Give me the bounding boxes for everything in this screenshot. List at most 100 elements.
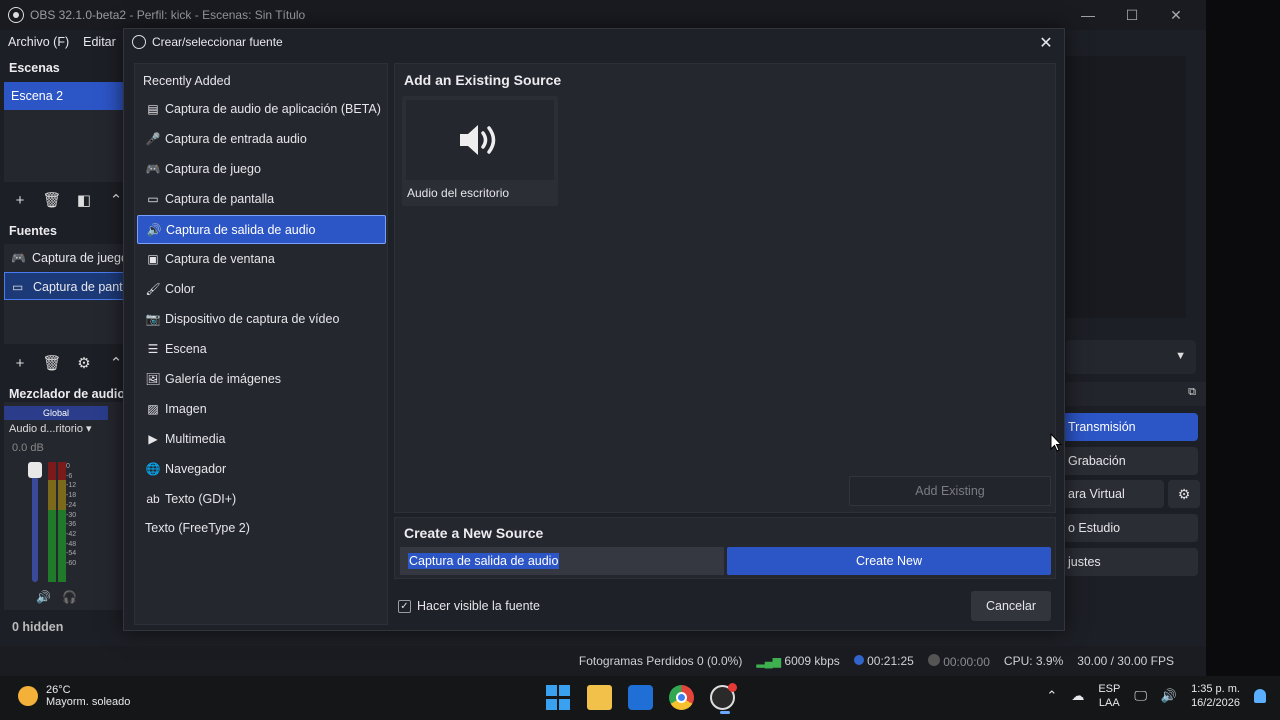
type-label: Color bbox=[165, 282, 195, 296]
dock-icon[interactable]: ⧉ bbox=[1188, 386, 1196, 399]
monitor-icon: ▭ bbox=[12, 280, 24, 294]
mail-icon[interactable] bbox=[628, 685, 653, 710]
scale-tick: -12 bbox=[66, 482, 77, 490]
chevron-down-icon: ▼ bbox=[1175, 350, 1186, 362]
scene-item[interactable]: Escena 2 bbox=[4, 82, 124, 110]
remove-source-button[interactable]: 🗑 bbox=[36, 353, 68, 373]
chrome-icon[interactable] bbox=[669, 685, 694, 710]
system-tray: ⌃ ☁ ESP LAA 🖵 🔊 1:35 p. m. 16/2/2026 bbox=[1046, 682, 1266, 710]
scene-list: Escena 2 bbox=[4, 82, 124, 182]
chevron-up-icon[interactable]: ⌃ bbox=[1046, 688, 1057, 704]
volume-db: 0.0 dB bbox=[12, 442, 44, 454]
weather-widget[interactable]: 26°C Mayorm. soleado bbox=[18, 684, 130, 708]
scene-toolbar: + 🗑 ◧ ⌃ bbox=[4, 190, 132, 210]
mute-speaker-icon[interactable]: 🔊 bbox=[36, 590, 51, 604]
cloud-icon[interactable]: ☁ bbox=[1071, 688, 1084, 704]
controls-header: ⧉ bbox=[1066, 382, 1206, 406]
source-item-game[interactable]: 🎮 Captura de juego bbox=[4, 244, 124, 272]
speaker-icon bbox=[460, 125, 496, 155]
type-item-video-device[interactable]: 📷 Dispositivo de captura de vídeo bbox=[137, 305, 386, 334]
type-item-slideshow[interactable]: 🖼 Galería de imágenes bbox=[137, 365, 386, 394]
obs-logo-icon bbox=[132, 35, 146, 49]
stream-indicator-icon bbox=[853, 655, 864, 665]
scene-filter-button[interactable]: ◧ bbox=[68, 190, 100, 210]
type-label: Captura de juego bbox=[165, 162, 261, 176]
cancel-button[interactable]: Cancelar bbox=[971, 591, 1051, 621]
text-icon: ab bbox=[146, 492, 160, 506]
scenes-title: Escenas bbox=[9, 61, 60, 75]
close-window-button[interactable]: ✕ bbox=[1154, 0, 1198, 30]
obs-taskbar-icon[interactable] bbox=[710, 683, 737, 714]
type-item-media[interactable]: ▶ Multimedia bbox=[137, 425, 386, 454]
maximize-button[interactable]: ☐ bbox=[1110, 0, 1154, 30]
create-new-button[interactable]: Create New bbox=[727, 547, 1051, 575]
meter-scale: 0 -6 -12 -18 -24 -30 -36 -42 -48 -54 -60 bbox=[66, 462, 76, 569]
source-item-screen[interactable]: ▭ Captura de pantalla bbox=[4, 272, 124, 300]
source-settings-button[interactable]: ⚙ bbox=[68, 353, 100, 373]
virtual-camera-settings-gear-icon[interactable]: ⚙ bbox=[1168, 480, 1200, 508]
type-label: Captura de pantalla bbox=[165, 192, 275, 206]
type-item-display-capture[interactable]: ▭ Captura de pantalla bbox=[137, 185, 386, 214]
microphone-icon: 🎤 bbox=[145, 132, 161, 146]
start-button-windows-icon[interactable] bbox=[546, 685, 571, 710]
network-icon[interactable]: 🖵 bbox=[1134, 688, 1147, 704]
volume-slider-handle[interactable] bbox=[28, 462, 42, 478]
weather-temp: 26°C bbox=[46, 684, 71, 696]
hidden-count: 0 hidden bbox=[12, 620, 64, 634]
volume-slider[interactable] bbox=[32, 462, 38, 582]
global-label: Global bbox=[4, 406, 108, 420]
remove-scene-button[interactable]: 🗑 bbox=[36, 190, 68, 210]
rec-time: 00:00:00 bbox=[927, 653, 990, 669]
source-label: Captura de juego bbox=[32, 251, 124, 265]
play-icon: ▶ bbox=[148, 432, 158, 446]
type-item-scene[interactable]: ☰ Escena bbox=[137, 335, 386, 364]
add-scene-button[interactable]: + bbox=[4, 190, 36, 210]
notification-bell-icon[interactable] bbox=[1254, 689, 1266, 703]
language-indicator[interactable]: ESP LAA bbox=[1098, 682, 1120, 710]
start-recording-button[interactable]: Grabación bbox=[1062, 447, 1198, 475]
make-visible-row[interactable]: ✓ Hacer visible la fuente bbox=[398, 599, 540, 613]
type-item-audio-output[interactable]: 🔊 Captura de salida de audio bbox=[137, 215, 386, 244]
menu-archivo[interactable]: Archivo (F) bbox=[8, 35, 69, 49]
start-streaming-button[interactable]: Transmisión bbox=[1062, 413, 1198, 441]
signal-bars-icon: ▂▄▆ bbox=[756, 656, 782, 668]
existing-source-tile[interactable]: Audio del escritorio bbox=[402, 96, 558, 206]
transition-select[interactable]: ▼ bbox=[1066, 340, 1196, 374]
active-indicator bbox=[720, 711, 730, 714]
dialog-close-button[interactable]: ✕ bbox=[1034, 31, 1058, 55]
type-item-app-audio[interactable]: ▤ Captura de audio de aplicación (BETA) bbox=[137, 95, 386, 124]
create-new-panel: Create a New Source Captura de salida de… bbox=[394, 517, 1056, 579]
menu-editar[interactable]: Editar bbox=[83, 35, 116, 49]
type-item-window-capture[interactable]: ▣ Captura de ventana bbox=[137, 245, 386, 274]
type-label: Escena bbox=[165, 342, 207, 356]
virtual-camera-button[interactable]: ara Virtual bbox=[1062, 480, 1164, 508]
scale-tick: -18 bbox=[66, 492, 77, 500]
clock[interactable]: 1:35 p. m. 16/2/2026 bbox=[1191, 682, 1240, 710]
volume-icon[interactable]: 🔊 bbox=[1161, 688, 1177, 704]
mixer-channel-name[interactable]: Audio d...ritorio ▾ bbox=[9, 422, 92, 435]
image-icon: ▨ bbox=[147, 402, 159, 416]
type-item-text-gdi[interactable]: ab Texto (GDI+) bbox=[137, 485, 386, 514]
file-explorer-icon[interactable] bbox=[587, 685, 612, 710]
window-title: OBS 32.1.0-beta2 - Perfil: kick - Escena… bbox=[30, 8, 306, 22]
studio-mode-button[interactable]: o Estudio bbox=[1062, 514, 1198, 542]
preview-area bbox=[1066, 56, 1186, 318]
type-item-text-freetype[interactable]: Texto (FreeType 2) bbox=[137, 514, 386, 543]
make-visible-checkbox[interactable]: ✓ bbox=[398, 599, 411, 613]
tile-preview bbox=[406, 100, 554, 180]
menu-bar: Archivo (F) Editar bbox=[0, 30, 122, 54]
recently-added-header: Recently Added bbox=[143, 74, 231, 88]
minimize-button[interactable]: — bbox=[1066, 0, 1110, 30]
new-source-name-input[interactable]: Captura de salida de audio bbox=[400, 547, 724, 575]
type-item-color[interactable]: 🖌 Color bbox=[137, 275, 386, 304]
headphone-icon[interactable]: 🎧 bbox=[62, 590, 77, 604]
chevron-down-icon: ▾ bbox=[86, 423, 92, 435]
type-item-browser[interactable]: 🌐 Navegador bbox=[137, 455, 386, 484]
add-source-button[interactable]: + bbox=[4, 353, 36, 373]
type-item-audio-input[interactable]: 🎤 Captura de entrada audio bbox=[137, 125, 386, 154]
add-existing-button[interactable]: Add Existing bbox=[849, 476, 1051, 506]
type-item-image[interactable]: ▨ Imagen bbox=[137, 395, 386, 424]
type-item-game-capture[interactable]: 🎮 Captura de juego bbox=[137, 155, 386, 184]
settings-button[interactable]: justes bbox=[1062, 548, 1198, 576]
type-label: Multimedia bbox=[165, 432, 226, 446]
